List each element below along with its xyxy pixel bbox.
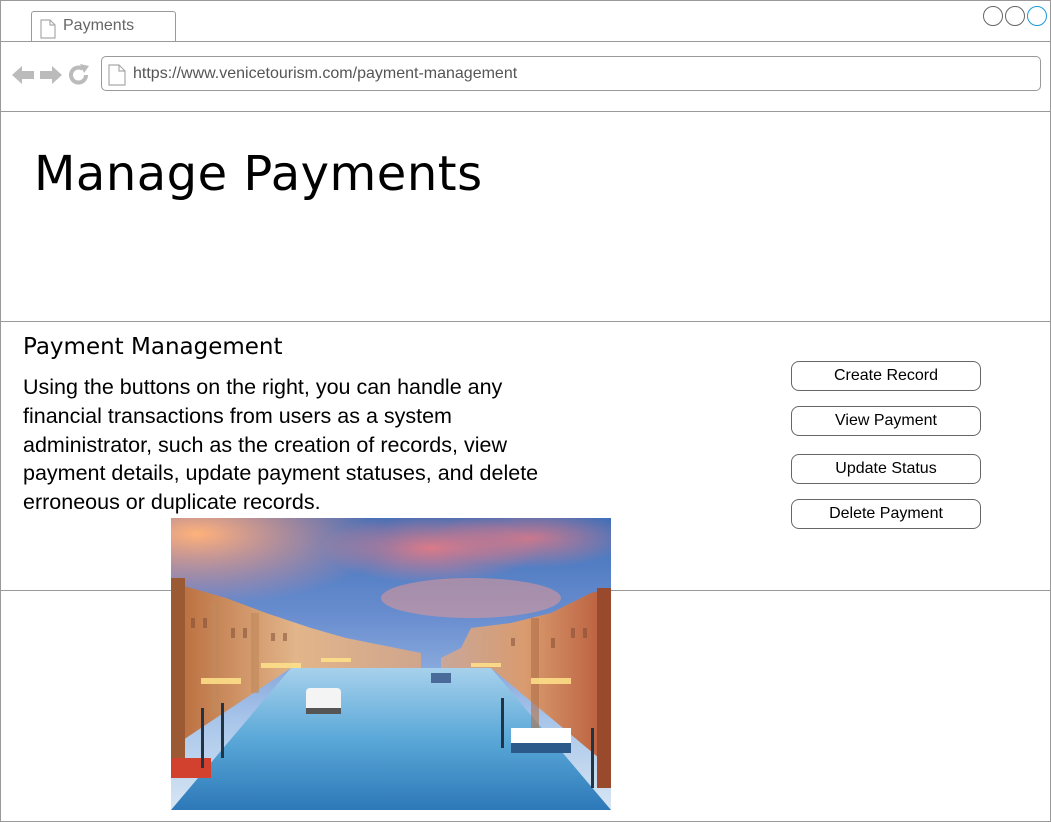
tab-label: Payments	[63, 17, 135, 34]
forward-arrow-icon[interactable]	[39, 64, 63, 91]
delete-payment-button[interactable]: Delete Payment	[791, 499, 981, 529]
maximize-icon[interactable]	[1027, 6, 1047, 26]
browser-window: Payments https://www.venicetourism.com/p…	[0, 0, 1051, 822]
address-bar[interactable]: https://www.venicetourism.com/payment-ma…	[101, 56, 1041, 91]
reload-icon[interactable]	[67, 63, 91, 92]
update-status-button[interactable]: Update Status	[791, 454, 981, 484]
url-text[interactable]: https://www.venicetourism.com/payment-ma…	[133, 65, 517, 83]
page-title: Manage Payments	[34, 146, 483, 202]
venice-canal-image	[171, 518, 611, 810]
tab-divider	[1, 41, 1050, 42]
back-arrow-icon[interactable]	[11, 64, 35, 91]
window-controls	[983, 6, 1047, 26]
page-icon	[108, 64, 126, 91]
toolbar-divider	[1, 111, 1050, 112]
section-description: Using the buttons on the right, you can …	[23, 375, 539, 515]
view-payment-button[interactable]: View Payment	[791, 406, 981, 436]
tab-payments[interactable]: Payments	[31, 11, 176, 41]
minimize-icon[interactable]	[983, 6, 1003, 26]
create-record-button[interactable]: Create Record	[791, 361, 981, 391]
section-heading: Payment Management	[23, 334, 283, 360]
restore-icon[interactable]	[1005, 6, 1025, 26]
section-divider	[1, 321, 1050, 322]
navigation-controls	[11, 63, 91, 92]
